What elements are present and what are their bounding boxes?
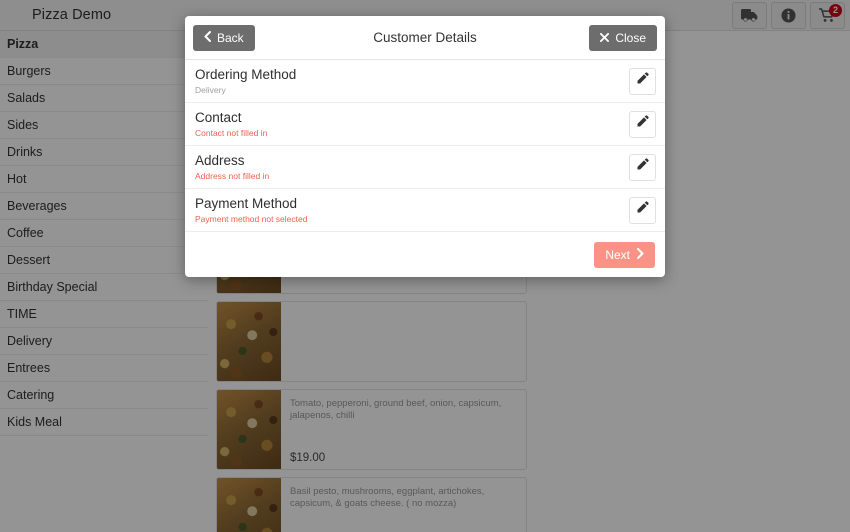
edit-address-button[interactable] [629,153,656,181]
row-texts: Payment Method Payment method not select… [195,195,629,225]
close-button-label: Close [615,30,646,45]
pencil-icon [636,72,649,90]
customer-details-modal: Back Customer Details Close Ordering Met… [185,16,665,277]
row-texts: Ordering Method Delivery [195,66,629,96]
app-root: Pizza Demo 2 Pizza Burgers Salads Sides … [0,0,850,532]
row-label: Ordering Method [195,67,297,82]
pencil-icon [636,158,649,176]
row-value: Payment method not selected [195,214,308,224]
row-value: Address not filled in [195,171,270,181]
contact-row[interactable]: Contact Contact not filled in [185,103,665,146]
next-button[interactable]: Next [594,241,655,268]
next-button-label: Next [605,247,630,262]
close-icon [600,31,610,45]
row-value: Contact not filled in [195,128,268,138]
edit-payment-method-button[interactable] [629,196,656,224]
modal-footer: Next [185,232,665,277]
row-label: Address [195,153,245,168]
row-label: Payment Method [195,196,298,211]
edit-contact-button[interactable] [629,110,656,138]
close-button[interactable]: Close [589,24,657,51]
back-button[interactable]: Back [193,24,255,51]
pencil-icon [636,115,649,133]
modal-header: Back Customer Details Close [185,16,665,60]
ordering-method-row[interactable]: Ordering Method Delivery [185,60,665,103]
payment-method-row[interactable]: Payment Method Payment method not select… [185,189,665,232]
row-texts: Contact Contact not filled in [195,109,629,139]
chevron-left-icon [204,30,211,45]
address-row[interactable]: Address Address not filled in [185,146,665,189]
pencil-icon [636,201,649,219]
chevron-right-icon [637,247,644,262]
back-button-label: Back [217,30,244,45]
row-label: Contact [195,110,242,125]
edit-ordering-method-button[interactable] [629,67,656,95]
row-value: Delivery [195,85,226,95]
row-texts: Address Address not filled in [195,152,629,182]
